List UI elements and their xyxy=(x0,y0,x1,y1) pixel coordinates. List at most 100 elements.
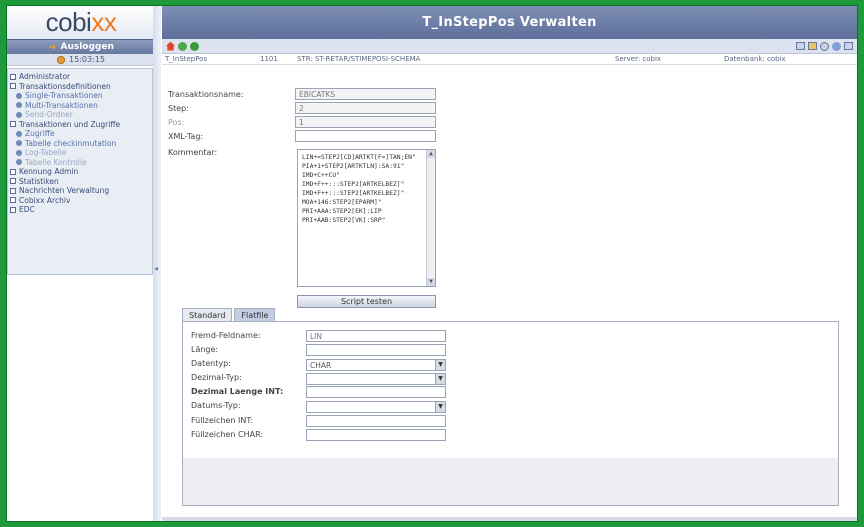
edit-icon[interactable] xyxy=(808,42,817,50)
chevron-down-icon[interactable]: ▼ xyxy=(435,374,445,384)
add-icon[interactable] xyxy=(190,41,199,51)
bullet-icon xyxy=(16,140,22,147)
main-panel: T_InStepPos Verwalten T_InStepPos 1101 S… xyxy=(162,6,857,521)
logout-button[interactable]: ➜ Ausloggen xyxy=(7,39,155,54)
sidebar-item-label: Send-Ordner xyxy=(25,110,73,120)
script-test-button[interactable]: Script testen xyxy=(297,295,436,308)
info-id: 1101 xyxy=(260,55,278,63)
sidebar-item-label: Transaktionsdefinitionen xyxy=(19,81,111,91)
script-line: PRI+AAB:STEP2[VK]:SRP" xyxy=(302,217,386,224)
sidebar-item[interactable]: Administrator xyxy=(10,72,150,82)
chevron-down-icon[interactable]: ▼ xyxy=(435,360,445,370)
tab-flatfile[interactable]: Flatfile xyxy=(234,308,276,321)
sidebar-item[interactable]: EDC xyxy=(10,205,150,215)
length-field[interactable] xyxy=(306,344,446,356)
script-scrollbar[interactable]: ▲ ▼ xyxy=(426,150,435,286)
horizontal-scrollbar[interactable] xyxy=(162,517,857,521)
search-icon[interactable] xyxy=(820,41,829,51)
script-line: MOA+146:STEP2[EPARM]" xyxy=(302,199,382,206)
logout-label: Ausloggen xyxy=(60,42,114,52)
decimal-type-select[interactable]: ▼ xyxy=(306,373,446,385)
xml-tag-field[interactable] xyxy=(295,130,436,142)
sidebar-item-label: Multi-Transaktionen xyxy=(25,100,98,110)
bullet-icon xyxy=(16,159,22,166)
sidebar-item-label: Tabelle checkinmutation xyxy=(25,138,117,148)
folder-icon xyxy=(10,178,16,185)
scroll-down-icon[interactable]: ▼ xyxy=(427,278,435,286)
logout-arrow-icon: ➜ xyxy=(48,41,57,53)
sidebar-item-label: EDC xyxy=(19,205,35,215)
folder-icon xyxy=(10,206,16,213)
pos-field[interactable]: 1 xyxy=(295,116,436,128)
script-line: PRI+AAA:STEP2[EK]:LIP xyxy=(302,208,382,215)
logo: cobi xx xyxy=(7,6,155,39)
scroll-up-icon[interactable]: ▲ xyxy=(427,150,435,158)
sidebar-item-label: Zugriffe xyxy=(25,129,55,139)
fill-int-field[interactable] xyxy=(306,415,446,427)
toolbar xyxy=(162,39,857,54)
home-icon[interactable] xyxy=(166,41,175,51)
datatype-select[interactable]: CHAR ▼ xyxy=(306,359,446,371)
script-line: LIN+=STEP2[CD]ARTKT[F=]TAN;EN" xyxy=(302,154,416,161)
refresh-icon[interactable] xyxy=(178,41,187,51)
sidebar-item[interactable]: Multi-Transaktionen xyxy=(10,101,150,111)
sidebar-item-label: Cobixx Archiv xyxy=(19,195,71,205)
datatype-value: CHAR xyxy=(310,360,332,370)
session-time: 15:03:15 xyxy=(7,54,155,66)
tab-standard[interactable]: Standard xyxy=(182,308,233,321)
script-line: IMD+C++CU" xyxy=(302,172,340,179)
decimal-type-label: Dezimal-Typ: xyxy=(191,373,242,382)
info-database: Datenbank: cobix xyxy=(724,55,786,63)
sidebar-item[interactable]: Tabelle Kontrolle xyxy=(10,158,150,168)
sidebar-item[interactable]: Zugriffe xyxy=(10,129,150,139)
decimal-length-field[interactable] xyxy=(306,386,446,398)
field-name-label: Fremd-Feldname: xyxy=(191,331,261,340)
fill-char-field[interactable] xyxy=(306,429,446,441)
collapse-arrow-icon[interactable]: ◂ xyxy=(154,264,158,273)
sidebar-item[interactable]: Tabelle checkinmutation xyxy=(10,139,150,149)
step-field[interactable]: 2 xyxy=(295,102,436,114)
sidebar-item[interactable]: Send-Ordner xyxy=(10,110,150,120)
bullet-icon xyxy=(16,102,22,109)
sidebar-item[interactable]: Single-Transaktionen xyxy=(10,91,150,101)
sidebar-item-label: Kennung Admin xyxy=(19,167,79,177)
pos-label: Pos: xyxy=(168,118,185,127)
step-label: Step: xyxy=(168,104,189,113)
sidebar-item[interactable]: Transaktionen und Zugriffe xyxy=(10,120,150,130)
fill-int-label: Füllzeichen INT: xyxy=(191,416,254,425)
folder-icon xyxy=(10,83,16,90)
sidebar-item[interactable]: Kennung Admin xyxy=(10,167,150,177)
sidebar-splitter[interactable]: ◂ xyxy=(153,6,161,521)
session-time-text: 15:03:15 xyxy=(69,55,105,64)
bullet-icon xyxy=(16,111,22,118)
print-icon[interactable] xyxy=(796,42,805,50)
bullet-icon xyxy=(16,149,22,156)
sidebar-item-label: Log-Tabelle xyxy=(25,148,67,158)
folder-icon xyxy=(10,121,16,128)
close-icon[interactable] xyxy=(844,42,853,50)
sidebar-item[interactable]: Cobixx Archiv xyxy=(10,196,150,206)
info-bar: T_InStepPos 1101 STR: ST-RETAR/STIMEPOSI… xyxy=(162,54,857,65)
sidebar-item[interactable]: Statistiken xyxy=(10,177,150,187)
folder-icon xyxy=(10,197,16,204)
sidebar-item[interactable]: Transaktionsdefinitionen xyxy=(10,82,150,92)
page-title: T_InStepPos Verwalten xyxy=(162,6,857,39)
info-table: T_InStepPos xyxy=(165,55,208,63)
flatfile-panel: Fremd-Feldname: LIN Länge: Datentyp: CHA… xyxy=(182,321,839,506)
logo-prefix: cobi xyxy=(45,7,92,37)
clock-icon xyxy=(57,55,66,64)
help-icon[interactable] xyxy=(832,41,841,51)
logo-suffix: xx xyxy=(91,7,117,37)
chevron-down-icon[interactable]: ▼ xyxy=(435,402,445,412)
script-textarea[interactable]: LIN+=STEP2[CD]ARTKT[F=]TAN;EN" PIA+1+STEP… xyxy=(297,149,436,287)
sidebar-item[interactable]: Nachrichten Verwaltung xyxy=(10,186,150,196)
date-type-select[interactable]: ▼ xyxy=(306,401,446,413)
app-window: cobi xx ➜ Ausloggen 15:03:15 Administrato… xyxy=(6,5,858,522)
transaction-field[interactable]: EBICATKS xyxy=(295,88,436,100)
folder-icon xyxy=(10,73,16,80)
field-name-field[interactable]: LIN xyxy=(306,330,446,342)
bullet-icon xyxy=(16,130,22,137)
script-line: PIA+1+STEP2[ARTKTLN]:SA:91" xyxy=(302,163,405,170)
sidebar-item[interactable]: Log-Tabelle xyxy=(10,148,150,158)
decimal-length-label: Dezimal Laenge INT: xyxy=(191,387,284,396)
